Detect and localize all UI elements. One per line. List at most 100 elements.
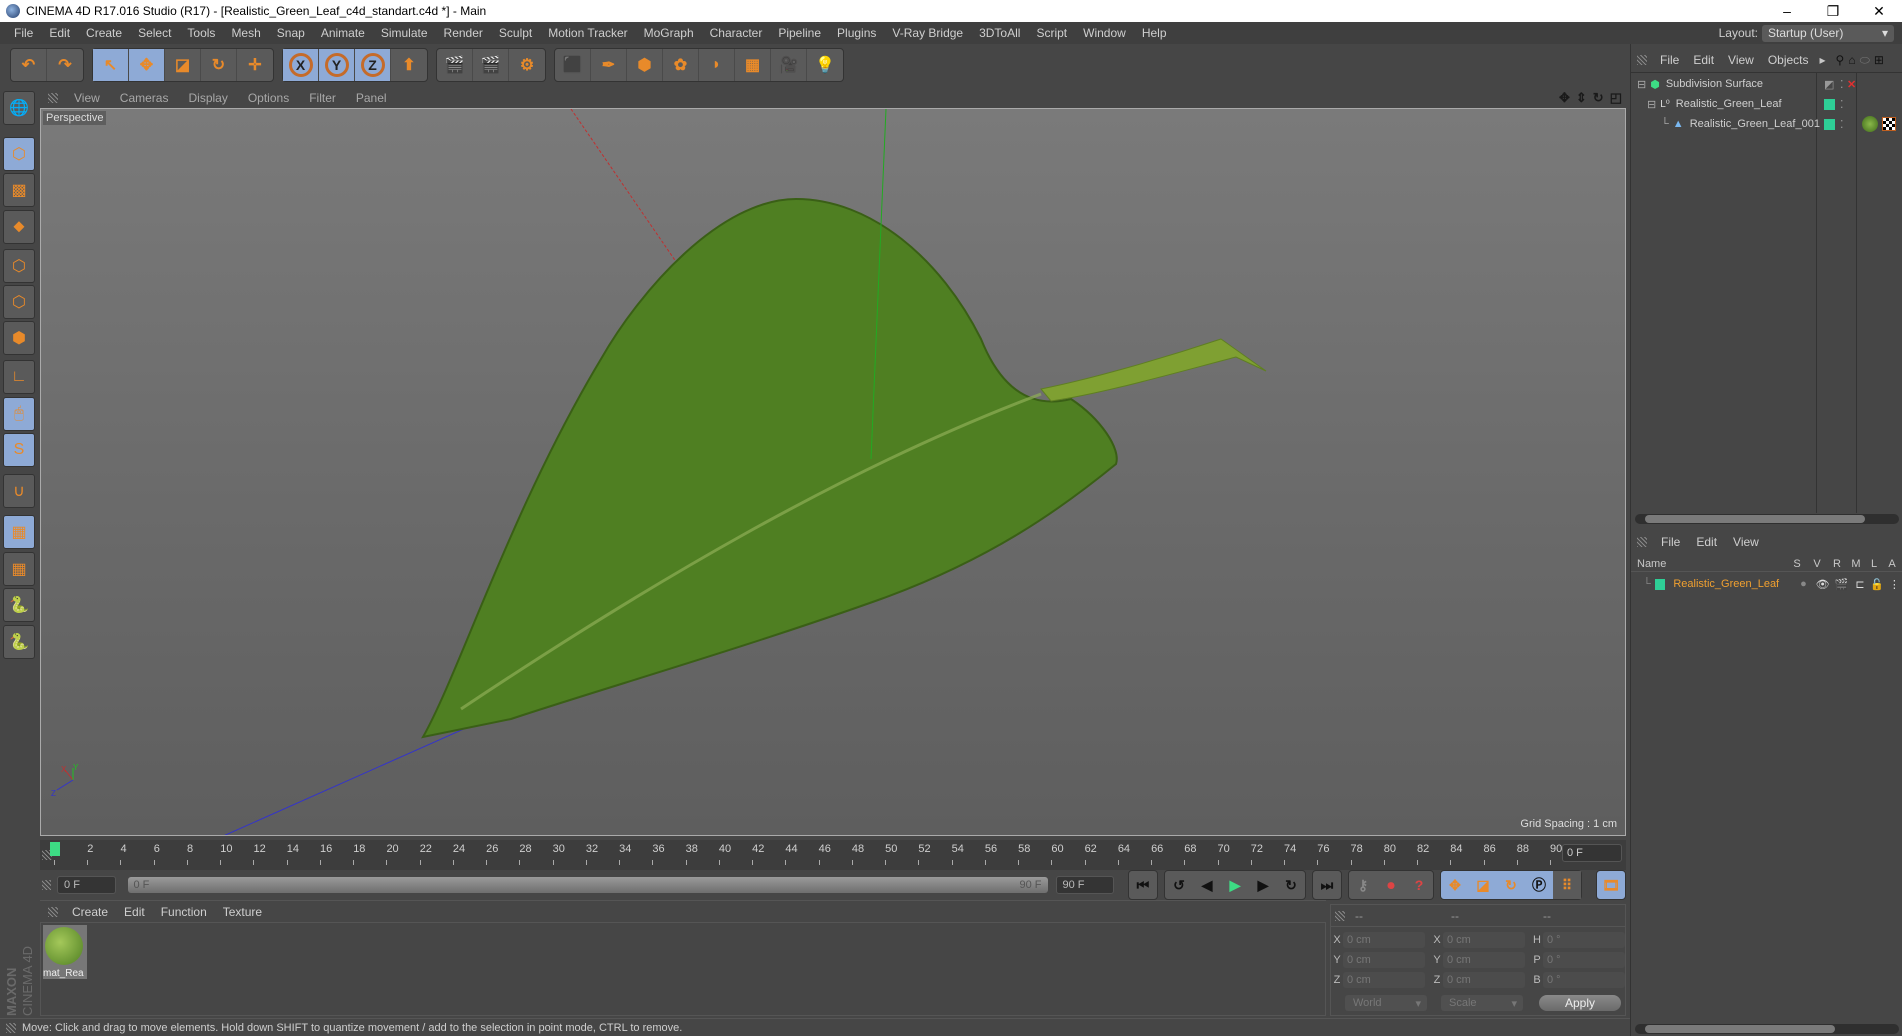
menu-3dtoall[interactable]: 3DToAll: [971, 26, 1028, 40]
menu-vray-bridge[interactable]: V-Ray Bridge: [884, 26, 971, 40]
go-to-next-key-button[interactable]: ↻: [1277, 871, 1305, 899]
undo-button[interactable]: ↶: [11, 49, 47, 81]
size-x-field[interactable]: 0 cm: [1443, 932, 1525, 948]
size-y-field[interactable]: 0 cm: [1443, 952, 1525, 968]
edges-mode-button[interactable]: ⬡: [3, 284, 35, 319]
column-manager[interactable]: M: [1847, 558, 1865, 570]
material-menu-function[interactable]: Function: [153, 905, 215, 919]
visibility-dots-icon[interactable]: ⁚: [1840, 98, 1844, 111]
object-menu-view[interactable]: View: [1721, 53, 1761, 67]
start-frame-field[interactable]: 0 F: [57, 876, 116, 894]
grip-handle[interactable]: [48, 906, 58, 917]
model-mode-button[interactable]: ⬡: [3, 136, 35, 171]
camera-button[interactable]: 🎥: [771, 49, 807, 81]
record-scale-icon[interactable]: ◪: [1469, 871, 1497, 899]
keyframe-selection-icon[interactable]: ⚷: [1349, 871, 1377, 899]
planar-workplane-button[interactable]: ▦: [3, 551, 35, 586]
grip-handle[interactable]: [1637, 55, 1647, 65]
polygons-mode-button[interactable]: ⬢: [3, 321, 35, 356]
record-active-objects-button[interactable]: ⏺: [1377, 871, 1405, 899]
column-animation[interactable]: A: [1883, 558, 1901, 570]
object-menu-file[interactable]: File: [1653, 53, 1686, 67]
menu-tools[interactable]: Tools: [179, 26, 223, 40]
play-button[interactable]: ▶: [1221, 871, 1249, 899]
object-row-realistic-green-leaf-001[interactable]: └ ▲ Realistic_Green_Leaf_001 ⁚: [1631, 114, 1902, 134]
column-name[interactable]: Name: [1637, 558, 1787, 570]
cloner-button[interactable]: ✿: [663, 49, 699, 81]
object-menu-objects[interactable]: Objects: [1761, 53, 1816, 67]
minimize-button[interactable]: –: [1764, 3, 1810, 20]
light-button[interactable]: 💡: [807, 49, 843, 81]
subdivision-surface-button[interactable]: ⬢: [627, 49, 663, 81]
menu-plugins[interactable]: Plugins: [829, 26, 884, 40]
scrollbar-thumb[interactable]: [1645, 515, 1865, 523]
render-view-button[interactable]: 🎬: [437, 49, 473, 81]
layer-manager-scrollbar[interactable]: [1635, 1024, 1899, 1034]
menu-animate[interactable]: Animate: [313, 26, 373, 40]
uvw-tag-icon[interactable]: [1882, 117, 1896, 131]
layer-color-swatch[interactable]: [1824, 98, 1835, 110]
x-axis-button[interactable]: X: [283, 49, 319, 81]
menu-simulate[interactable]: Simulate: [373, 26, 436, 40]
layer-menu-view[interactable]: View: [1725, 535, 1767, 549]
record-rotation-icon[interactable]: ↻: [1497, 871, 1525, 899]
rotate-view-icon[interactable]: ↻: [1593, 90, 1604, 106]
material-tag-icon[interactable]: [1862, 116, 1878, 132]
menu-file[interactable]: File: [6, 26, 41, 40]
timeline-window-icon[interactable]: 🎞: [1597, 871, 1625, 899]
menu-pipeline[interactable]: Pipeline: [770, 26, 829, 40]
menu-mesh[interactable]: Mesh: [223, 26, 268, 40]
position-y-field[interactable]: 0 cm: [1343, 952, 1425, 968]
column-solo[interactable]: S: [1787, 558, 1807, 570]
tweak-mode-button[interactable]: 🖱: [3, 396, 35, 431]
viewport-perspective[interactable]: Perspective X Y Z Grid Spacing : 1 cm: [40, 108, 1626, 836]
move-button[interactable]: ✥: [129, 49, 165, 81]
axis-mode-button[interactable]: ∟: [3, 360, 35, 395]
manager-hierarchy-icon[interactable]: ⊏: [1851, 578, 1868, 591]
autokeying-button[interactable]: ?: [1405, 871, 1433, 899]
grip-handle[interactable]: [42, 880, 52, 890]
layer-indicator-icon[interactable]: ◩: [1824, 78, 1834, 91]
move-view-icon[interactable]: ✥: [1559, 90, 1570, 106]
live-selection-button[interactable]: ↖: [93, 49, 129, 81]
viewport-menu-view[interactable]: View: [64, 91, 110, 105]
render-settings-button[interactable]: ⚙: [509, 49, 545, 81]
column-visible[interactable]: V: [1807, 558, 1827, 570]
disabled-x-icon[interactable]: ✕: [1847, 78, 1856, 91]
magnet-button[interactable]: ∪: [3, 474, 35, 509]
render-clapper-icon[interactable]: 🎬: [1832, 578, 1851, 591]
visibility-dots-icon[interactable]: ⁚: [1840, 78, 1844, 91]
layer-menu-file[interactable]: File: [1653, 535, 1688, 549]
object-row-realistic-green-leaf[interactable]: ⊟ L⁰ Realistic_Green_Leaf ⁚: [1631, 94, 1902, 114]
record-parameter-icon[interactable]: Ⓟ: [1525, 871, 1553, 899]
close-button[interactable]: ✕: [1856, 3, 1902, 20]
make-editable-button[interactable]: 🌐: [3, 90, 35, 125]
column-locked[interactable]: L: [1865, 558, 1883, 570]
rotation-p-field[interactable]: 0 °: [1543, 952, 1625, 968]
scale-button[interactable]: ◪: [165, 49, 201, 81]
menu-render[interactable]: Render: [436, 26, 491, 40]
record-point-level-icon[interactable]: ⠿: [1552, 871, 1581, 899]
new-window-icon[interactable]: ⊞: [1874, 53, 1884, 67]
layer-color-swatch[interactable]: [1654, 578, 1666, 590]
end-frame-field[interactable]: 90 F: [1055, 876, 1114, 894]
rotate-button[interactable]: ↻: [201, 49, 237, 81]
redo-button[interactable]: ↷: [47, 49, 83, 81]
coordinate-system-button[interactable]: ⬆: [391, 49, 427, 81]
z-axis-button[interactable]: Z: [355, 49, 391, 81]
python-2-button[interactable]: 🐍: [3, 624, 35, 659]
more-menu-arrow-icon[interactable]: ▸: [1820, 53, 1826, 67]
step-forward-button[interactable]: ▶: [1249, 871, 1277, 899]
animation-icon[interactable]: ⋮: [1886, 578, 1902, 591]
position-z-field[interactable]: 0 cm: [1343, 972, 1425, 988]
menu-sculpt[interactable]: Sculpt: [491, 26, 540, 40]
menu-create[interactable]: Create: [78, 26, 130, 40]
search-icon[interactable]: ⚲: [1836, 53, 1845, 67]
material-menu-edit[interactable]: Edit: [116, 905, 153, 919]
home-icon[interactable]: ⌂: [1848, 53, 1855, 67]
object-menu-edit[interactable]: Edit: [1686, 53, 1721, 67]
preview-range-slider[interactable]: 0 F 90 F: [127, 877, 1048, 893]
menu-help[interactable]: Help: [1134, 26, 1175, 40]
move-alt-button[interactable]: ✛: [237, 49, 273, 81]
layer-menu-edit[interactable]: Edit: [1688, 535, 1725, 549]
